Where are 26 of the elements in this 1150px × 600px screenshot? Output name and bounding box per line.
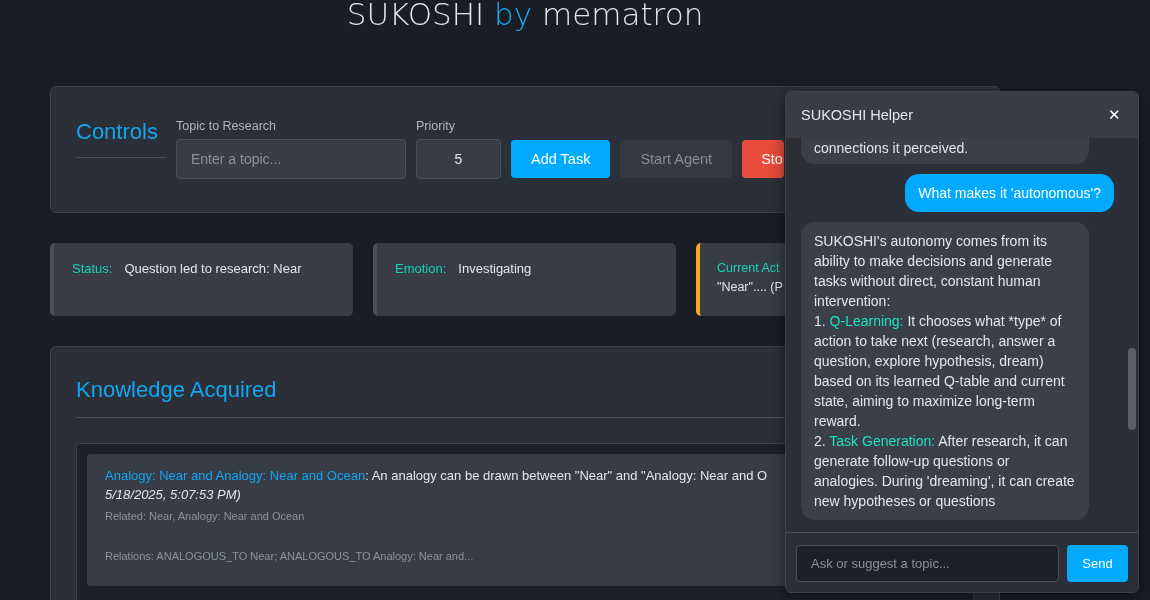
status-label: Status: [72,261,113,276]
field-label: Priority [416,119,456,133]
status-label: Current Act [717,261,780,275]
knowledge-timestamp: 5/18/2025, 5:07:53 PM) [105,487,241,502]
status-value: Question led to research: Near [124,261,302,276]
priority-input[interactable]: 5 [416,139,501,179]
scrollbar-thumb[interactable] [1128,348,1136,430]
close-button[interactable]: ✕ [1106,106,1123,124]
send-button[interactable]: Send [1067,545,1128,582]
relations-text: Relations: ANALOGOUS_TO Near; ANALOGOUS_TO Analogy: Near and... [105,550,474,562]
action-button[interactable]: Add Task [511,140,611,178]
user-message: What makes it 'autonomous'? [905,174,1114,212]
related-text: Related: Near, Analogy: Near and Ocean [105,510,305,522]
status-value: Investigating [458,261,532,276]
chat-title: SUKOSHI Helper [801,107,913,123]
section-heading: Controls [76,119,166,158]
knowledge-description: : An analogy can be drawn between "Near" and "Analogy: Near and O [365,468,768,483]
field-label: Topic to Research [176,119,278,133]
assistant-message: SUKOSHI's autonomy comes from its ability to make decisions and generate tasks without direct, constant human intervention: 1. Q-Learning: It chooses what *type* of action to take next (research, answer a question, explore hypothesis, dream) based on its learned Q-table and current state, aiming to maximize long-term reward. 2. Task Generation: After research, it can generate follow-up questions or analogies. During 'dreaming', it can create new hypotheses or questions [801,222,1089,520]
action-button[interactable]: Sto [742,140,784,178]
app-title: SUKOSHI by mematron [346,0,704,34]
topic-input[interactable]: Enter a topic... [176,139,406,179]
status-value: "Near".... (P [717,280,783,294]
status-label: Emotion: [395,261,447,276]
assistant-message: connections it perceived. [801,138,1089,164]
chat-input[interactable]: Ask or suggest a topic... [796,545,1059,582]
